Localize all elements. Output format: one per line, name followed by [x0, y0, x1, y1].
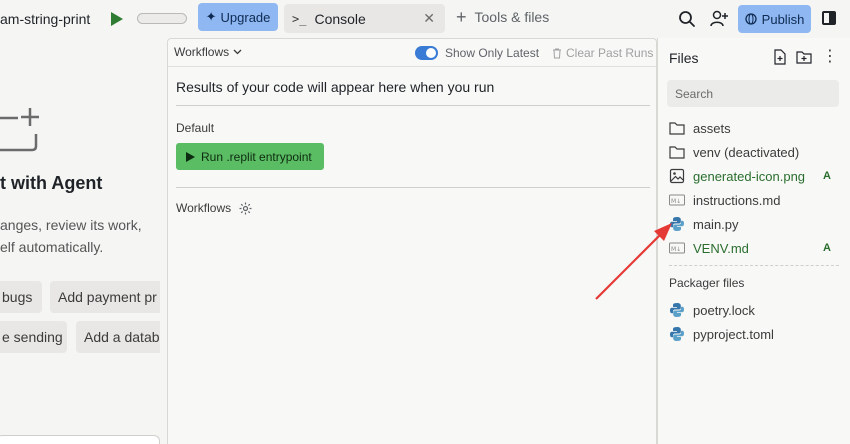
- files-actions: ⋮: [772, 49, 838, 65]
- files-panel: Files ⋮ assets venv (deactivated) generate…: [657, 38, 850, 444]
- folder-icon: [669, 120, 685, 136]
- publish-globe-icon: [745, 13, 757, 25]
- file-name: poetry.lock: [693, 302, 755, 318]
- default-section-label: Default: [176, 121, 215, 135]
- file-tree-item[interactable]: main.py: [669, 214, 841, 234]
- sparkle-icon: ✦: [205, 9, 217, 24]
- search-icon[interactable]: [678, 10, 696, 28]
- markdown-icon: M↓: [669, 192, 685, 208]
- run-entrypoint-button[interactable]: Run .replit entrypoint: [176, 143, 324, 170]
- folder-icon: [669, 144, 685, 160]
- file-tree-item[interactable]: poetry.lock: [669, 300, 841, 320]
- agent-desc-line-1: anges, review its work,: [0, 217, 142, 233]
- file-tree-item[interactable]: venv (deactivated): [669, 142, 841, 162]
- top-bar: am-string-print ✦ Upgrade >_ Console ✕ +…: [0, 0, 850, 38]
- new-chat-icon: [0, 108, 39, 152]
- file-tree-item[interactable]: M↓ VENV.md A: [669, 238, 841, 258]
- trash-icon: [553, 48, 561, 58]
- chevron-down-icon: [233, 49, 242, 55]
- project-name[interactable]: am-string-print: [0, 11, 90, 27]
- git-status-badge: A: [823, 242, 831, 254]
- workflows-dropdown-label: Workflows: [174, 45, 230, 59]
- image-icon: [669, 168, 685, 184]
- agent-desc-line-2: elf automatically.: [0, 239, 104, 255]
- workflows-section: Workflows: [176, 201, 252, 215]
- agent-panel: t with Agent anges, review its work, elf…: [0, 38, 160, 444]
- svg-text:M↓: M↓: [671, 246, 681, 253]
- suggestion-chip[interactable]: Add a datab: [76, 321, 160, 353]
- file-name: VENV.md: [693, 240, 749, 256]
- workflows-section-label: Workflows: [176, 201, 232, 215]
- clear-past-runs-button[interactable]: Clear Past Runs: [552, 46, 653, 60]
- panel-toggle-icon[interactable]: [822, 11, 836, 25]
- add-user-icon[interactable]: [709, 9, 729, 29]
- more-options-icon[interactable]: ⋮: [822, 49, 838, 65]
- run-entrypoint-label: Run .replit entrypoint: [201, 149, 312, 164]
- file-tree-item[interactable]: generated-icon.png A: [669, 166, 841, 186]
- tab-console-label: Console: [314, 10, 366, 27]
- console-toolbar: Workflows Show Only Latest Clear Past Ru…: [168, 39, 656, 67]
- file-tree-item[interactable]: pyproject.toml: [669, 324, 841, 344]
- file-name: generated-icon.png: [693, 168, 806, 184]
- workflows-dropdown[interactable]: Workflows: [174, 45, 242, 59]
- terminal-prompt-icon: >_: [292, 11, 307, 26]
- python-icon: [669, 302, 685, 318]
- divider: [176, 105, 650, 106]
- divider: [176, 187, 650, 188]
- file-tree-item[interactable]: assets: [669, 118, 841, 138]
- suggestion-chip[interactable]: e sending: [0, 321, 67, 353]
- suggestion-chip[interactable]: Add payment pr: [50, 281, 160, 313]
- run-play-icon[interactable]: [110, 11, 124, 27]
- close-icon[interactable]: ✕: [423, 10, 435, 27]
- files-search-input[interactable]: [667, 80, 839, 107]
- packager-files-title: Packager files: [669, 276, 745, 290]
- markdown-icon: M↓: [669, 240, 685, 256]
- gear-icon[interactable]: [239, 202, 252, 215]
- show-only-latest-toggle[interactable]: [415, 46, 438, 60]
- file-name: pyproject.toml: [693, 326, 774, 342]
- files-title: Files: [669, 50, 699, 66]
- tab-tools-files[interactable]: + Tools & files: [456, 7, 550, 27]
- agent-prompt-input[interactable]: [0, 435, 160, 444]
- agent-description: anges, review its work, elf automaticall…: [0, 214, 160, 258]
- publish-label: Publish: [761, 11, 805, 27]
- results-placeholder-text: Results of your code will appear here wh…: [176, 79, 495, 95]
- file-tree-item[interactable]: M↓ instructions.md: [669, 190, 841, 210]
- agent-heading: t with Agent: [0, 173, 103, 193]
- show-only-latest-label: Show Only Latest: [445, 46, 540, 60]
- svg-text:M↓: M↓: [671, 198, 681, 205]
- python-icon: [669, 326, 685, 342]
- plus-icon: +: [456, 7, 467, 27]
- python-icon: [669, 216, 685, 232]
- run-progress-pill: [137, 13, 187, 24]
- new-folder-icon[interactable]: [796, 49, 812, 65]
- new-file-icon[interactable]: [772, 49, 788, 65]
- tab-console[interactable]: >_ Console ✕: [284, 4, 445, 33]
- suggestion-chip[interactable]: bugs: [0, 281, 42, 313]
- tools-tab-label: Tools & files: [474, 9, 550, 25]
- upgrade-label: Upgrade: [220, 9, 271, 25]
- file-name: main.py: [693, 216, 739, 232]
- file-name: assets: [693, 120, 731, 136]
- git-status-badge: A: [823, 170, 831, 182]
- upgrade-button[interactable]: ✦ Upgrade: [198, 3, 278, 31]
- play-icon: [186, 151, 195, 162]
- divider: [669, 265, 839, 266]
- file-name: venv (deactivated): [693, 144, 800, 160]
- file-name: instructions.md: [693, 192, 781, 208]
- console-panel: Workflows Show Only Latest Clear Past Ru…: [167, 38, 657, 444]
- clear-past-runs-label: Clear Past Runs: [566, 46, 654, 60]
- publish-button[interactable]: Publish: [738, 5, 811, 33]
